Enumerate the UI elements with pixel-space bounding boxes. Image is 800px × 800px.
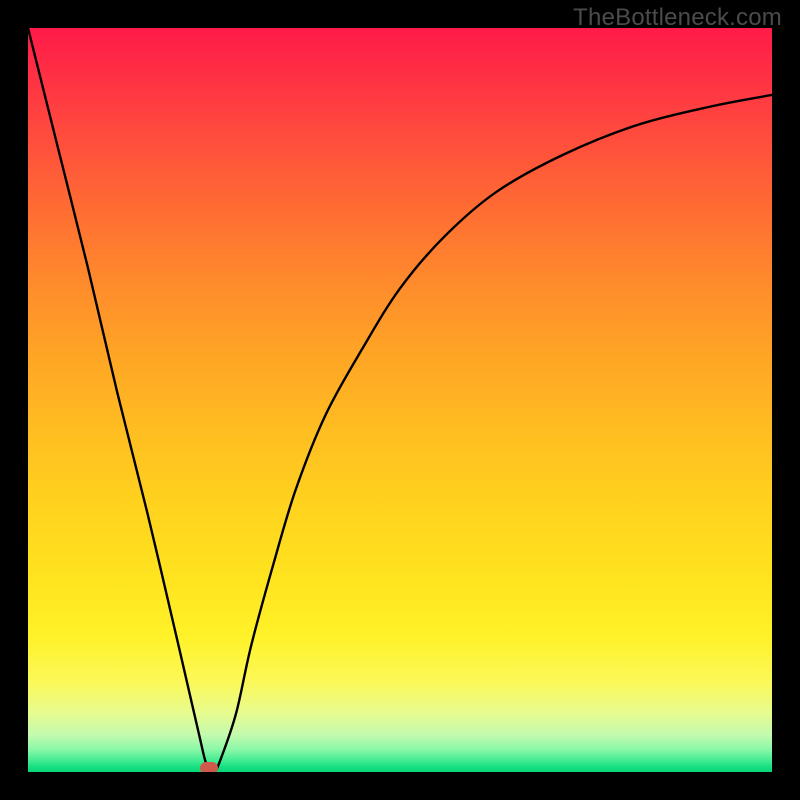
bottleneck-curve (28, 28, 772, 772)
chart-frame: TheBottleneck.com (0, 0, 800, 800)
optimum-marker (200, 762, 218, 772)
plot-area (28, 28, 772, 772)
